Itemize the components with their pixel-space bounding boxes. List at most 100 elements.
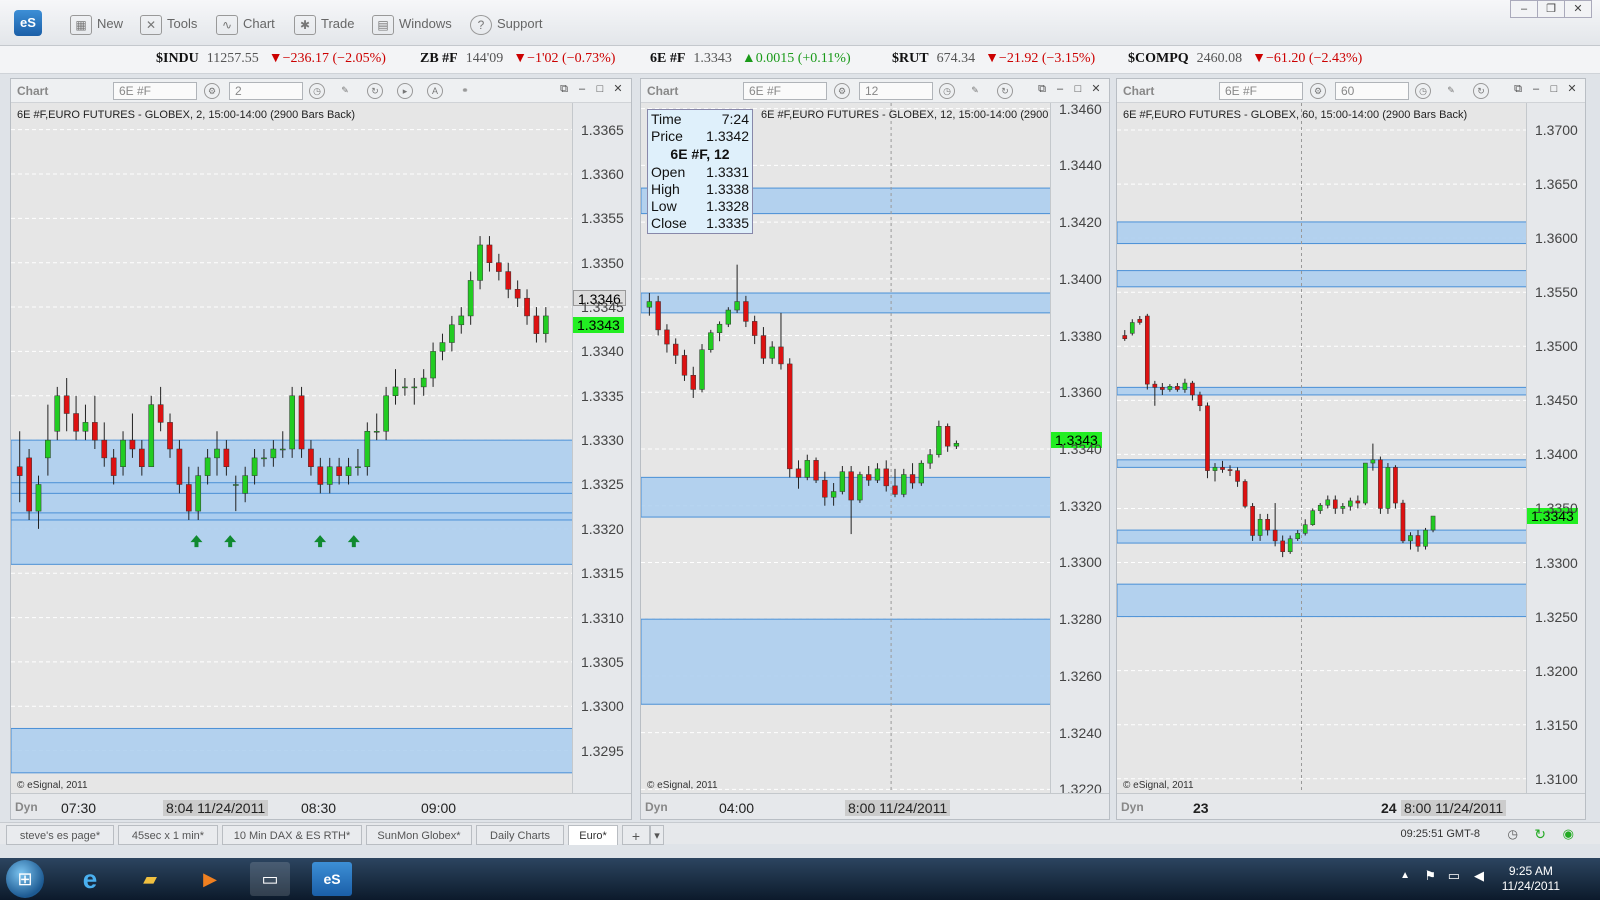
tab-daily-charts[interactable]: Daily Charts <box>476 825 564 845</box>
minimize-icon[interactable]: – <box>573 82 591 98</box>
trade-button[interactable]: ✱ Trade <box>294 13 354 35</box>
esignal-taskbar-icon[interactable]: eS <box>312 862 352 896</box>
time-axis[interactable]: Dyn 04:00 8:00 11/24/2011 <box>641 793 1109 819</box>
show-hidden-icons-chevron-icon[interactable]: ▲ <box>1400 870 1410 881</box>
restore-icon[interactable]: ❐ <box>1537 0 1565 18</box>
start-button-icon[interactable]: ⊞ <box>6 860 44 898</box>
clock-icon[interactable]: ◷ <box>939 83 955 99</box>
ticker-item[interactable]: ZB #F 144'09 ▼−1'02 (−0.73%) <box>420 51 615 67</box>
detach-icon[interactable]: ⧉ <box>1509 82 1527 98</box>
price-axis[interactable]: 1.3343 1.3460 1.3440 1.3420 1.3400 1.3380 1.3… <box>1051 101 1109 797</box>
new-label: New <box>97 16 124 31</box>
up-candle <box>953 443 960 447</box>
pencil-icon[interactable]: ✎ <box>337 83 353 99</box>
pencil-icon[interactable]: ✎ <box>967 83 983 99</box>
refresh-icon[interactable]: ↻ <box>997 83 1013 99</box>
tools-button[interactable]: ✕ Tools <box>140 13 197 35</box>
link-icon[interactable]: ⚭ <box>457 83 473 99</box>
down-candle <box>1332 499 1338 509</box>
close-icon[interactable]: ✕ <box>609 82 627 98</box>
down-candle <box>26 457 32 512</box>
remote-desktop-icon[interactable]: ▭ <box>250 862 290 896</box>
maximize-icon[interactable]: □ <box>591 82 609 98</box>
close-icon[interactable]: ✕ <box>1564 0 1592 18</box>
pencil-icon[interactable]: ✎ <box>1443 83 1459 99</box>
minimize-icon[interactable]: – <box>1527 82 1545 98</box>
windows-button[interactable]: ▤ Windows <box>372 13 452 35</box>
new-button[interactable]: ▦ New <box>70 13 123 35</box>
minimize-icon[interactable]: – <box>1051 82 1069 98</box>
support-button[interactable]: ? Support <box>470 13 543 35</box>
time-axis[interactable]: Dyn 23 24 8:00 11/24/2011 <box>1117 793 1585 819</box>
media-player-icon[interactable]: ▶ <box>190 862 230 896</box>
up-candle <box>874 468 881 481</box>
symbol-selector[interactable]: 6E #F <box>1219 82 1303 100</box>
volume-icon[interactable]: ◀ <box>1474 868 1484 884</box>
candlestick-chart[interactable] <box>1117 103 1527 795</box>
tab-10min-dax-es[interactable]: 10 Min DAX & ES RTH* <box>222 825 362 845</box>
up-candle <box>430 351 436 379</box>
up-candle <box>120 439 126 467</box>
folder-icon[interactable]: ▰ <box>130 862 170 896</box>
close-icon[interactable]: ✕ <box>1087 82 1105 98</box>
interval-selector[interactable]: 2 <box>229 82 303 100</box>
clock-icon[interactable]: ◷ <box>309 83 325 99</box>
settings-icon[interactable]: ⚙ <box>834 83 850 99</box>
clock-icon[interactable]: ◷ <box>1415 83 1431 99</box>
status-ok-icon[interactable]: ◉ <box>1563 826 1574 842</box>
chart-plot-area[interactable]: 6E #F,EURO FUTURES - GLOBEX, 60, 15:00-1… <box>1117 103 1527 795</box>
tab-menu-chevron-icon[interactable]: ▾ <box>650 825 664 845</box>
interval-selector[interactable]: 60 <box>1335 82 1409 100</box>
alert-icon[interactable]: A <box>427 83 443 99</box>
price-tick-label: 1.3500 <box>1535 338 1578 355</box>
settings-icon[interactable]: ⚙ <box>1310 83 1326 99</box>
tab-45sec-1min[interactable]: 45sec x 1 min* <box>118 825 218 845</box>
detach-icon[interactable]: ⧉ <box>1033 82 1051 98</box>
network-icon[interactable]: ▭ <box>1448 868 1460 884</box>
ticker-item[interactable]: $INDU 11257.55 ▼−236.17 (−2.05%) <box>156 51 386 67</box>
detach-icon[interactable]: ⧉ <box>555 82 573 98</box>
panel-window-controls: ⧉ – □ ✕ <box>1033 82 1105 98</box>
ticker-item[interactable]: $RUT 674.34 ▼−21.92 (−3.15%) <box>892 51 1095 67</box>
chart-plot-area[interactable]: 6E #F,EURO FUTURES - GLOBEX, 2, 15:00-14… <box>11 103 573 795</box>
ticker-item[interactable]: 6E #F 1.3343 ▲0.0015 (+0.11%) <box>650 51 851 67</box>
close-icon[interactable]: ✕ <box>1563 82 1581 98</box>
dyn-toggle[interactable]: Dyn <box>645 800 668 814</box>
play-icon[interactable]: ▸ <box>397 83 413 99</box>
symbol-selector[interactable]: 6E #F <box>113 82 197 100</box>
symbol-selector[interactable]: 6E #F <box>743 82 827 100</box>
internet-explorer-icon[interactable]: e <box>70 862 110 896</box>
ticker-item[interactable]: $COMPQ 2460.08 ▼−61.20 (−2.43%) <box>1128 51 1362 67</box>
add-tab-icon[interactable]: + <box>622 825 650 845</box>
down-candle <box>944 426 951 447</box>
price-tick-label: 1.3280 <box>1059 611 1102 628</box>
dyn-toggle[interactable]: Dyn <box>15 800 38 814</box>
chart-plot-area[interactable]: 6E #F,EURO FUTURES - GLOBEX, 12, 15:00-1… <box>641 103 1051 795</box>
maximize-icon[interactable]: □ <box>1545 82 1563 98</box>
system-clock[interactable]: 9:25 AM 11/24/2011 <box>1502 864 1560 894</box>
minimize-icon[interactable]: – <box>1510 0 1538 18</box>
tab-sunmon-globex[interactable]: SunMon Globex* <box>366 825 472 845</box>
refresh-icon[interactable]: ↻ <box>367 83 383 99</box>
support-resistance-zone <box>11 439 572 565</box>
price-axis[interactable]: 1.3343 1.3700 1.3650 1.3600 1.3550 1.3500 1.3… <box>1527 103 1585 795</box>
interval-selector[interactable]: 12 <box>859 82 933 100</box>
timer-icon[interactable]: ◷ <box>1508 827 1518 841</box>
down-candle <box>1122 335 1128 339</box>
dyn-toggle[interactable]: Dyn <box>1121 800 1144 814</box>
price-tick-label: 1.3380 <box>1059 327 1102 344</box>
price-tick-label: 1.3305 <box>581 653 624 670</box>
maximize-icon[interactable]: □ <box>1069 82 1087 98</box>
refresh-icon[interactable]: ↻ <box>1473 83 1489 99</box>
esignal-logo[interactable]: eS <box>14 10 42 36</box>
connection-icon[interactable]: ↻ <box>1534 826 1546 843</box>
chart-button[interactable]: ∿ Chart <box>216 13 275 35</box>
settings-icon[interactable]: ⚙ <box>204 83 220 99</box>
up-candle <box>251 457 258 476</box>
tab-steves-es-page[interactable]: steve's es page* <box>6 825 114 845</box>
candlestick-chart[interactable] <box>11 103 573 795</box>
tab-euro[interactable]: Euro* <box>568 825 618 845</box>
price-axis[interactable]: 1.3346 1.3343 1.3365 1.3360 1.3355 1.3350 1.… <box>573 103 631 795</box>
action-center-flag-icon[interactable]: ⚑ <box>1424 868 1436 884</box>
time-axis[interactable]: Dyn 07:30 8:04 11/24/2011 08:30 09:00 <box>11 793 631 819</box>
